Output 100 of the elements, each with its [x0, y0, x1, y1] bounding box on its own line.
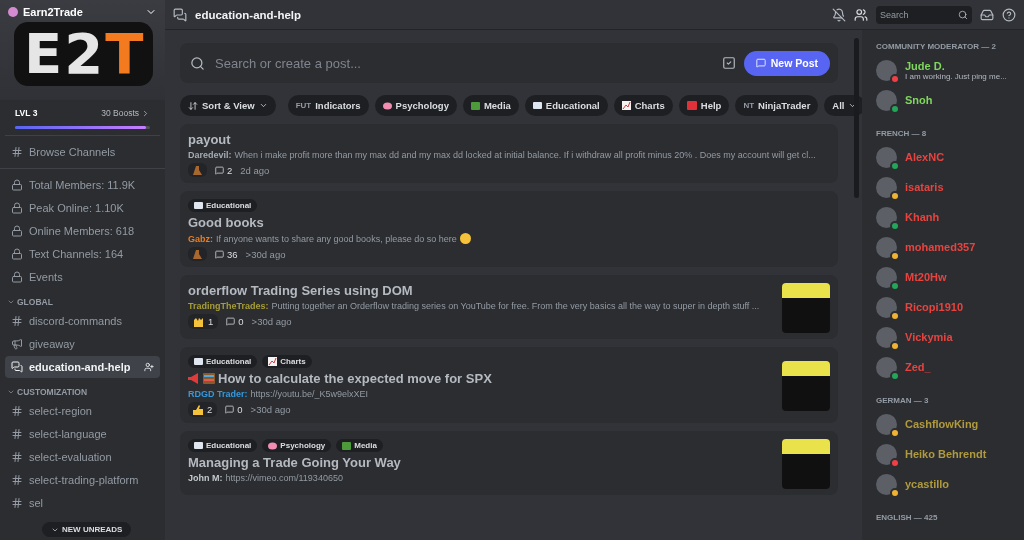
member-item[interactable]: Vickymia — [876, 322, 1016, 352]
message-icon — [755, 58, 766, 68]
member-name: isataris — [905, 181, 944, 193]
thumbnail-placeholder — [782, 439, 830, 489]
channel-item[interactable]: select-region — [5, 400, 160, 422]
stat-item[interactable]: Events — [5, 266, 160, 288]
member-item[interactable]: Ricopi1910 — [876, 292, 1016, 322]
post-excerpt: https://vimeo.com/119340650 — [225, 473, 343, 483]
member-group-title: GERMAN — 3 — [876, 396, 930, 405]
reaction[interactable] — [188, 247, 207, 261]
tag-filter[interactable]: FUT Indicators — [287, 95, 369, 116]
stat-item[interactable]: Peak Online: 1.10K — [5, 197, 160, 219]
post-author: John M: — [188, 473, 223, 483]
channel-item[interactable]: sel — [5, 492, 160, 514]
chart-icon — [268, 357, 278, 366]
forum-icon — [173, 7, 187, 22]
invite-icon[interactable] — [144, 362, 154, 372]
post-card[interactable]: payout Daredevil: When i make profit more than my max dd and my max dd locked at initial balance. If i withdraw all profit minus 20% . Does my account will get cl... 2 2d ago — [180, 124, 838, 183]
lock-icon — [11, 271, 23, 283]
post-card[interactable]: Educational Charts How to calculate the expected move for SPX RDGD Trader: https://youtu.be/_K5w9elxXEI 2 0 >30d ago — [180, 347, 838, 423]
post-tag: Psychology — [262, 439, 332, 452]
member-item[interactable]: isataris — [876, 172, 1016, 202]
member-item[interactable]: CashflowKing — [876, 409, 1016, 439]
channel-item[interactable]: discord-commands — [5, 310, 160, 332]
members-icon[interactable] — [854, 7, 868, 22]
comment-count: 2 — [215, 164, 233, 176]
server-name[interactable]: Earn2Trade — [23, 6, 140, 18]
member-item[interactable]: mohamed357 — [876, 232, 1016, 262]
member-item[interactable]: Jude D. I am working. Just ping me... — [876, 55, 1016, 85]
checklist-icon[interactable] — [721, 56, 736, 70]
member-item[interactable]: AlexNC — [876, 142, 1016, 172]
boosts-link[interactable]: 30 Boosts — [101, 108, 139, 118]
reaction[interactable]: 2 — [188, 402, 218, 417]
member-item[interactable]: Khanh — [876, 202, 1016, 232]
lock-icon — [11, 202, 23, 214]
bell-off-icon[interactable] — [832, 7, 846, 22]
hash-icon — [11, 451, 23, 463]
comment-count: 0 — [226, 316, 244, 327]
help-icon[interactable] — [1002, 7, 1016, 22]
member-name: Snoh — [905, 94, 933, 106]
reaction[interactable] — [188, 163, 207, 177]
category-header[interactable]: GLOBAL — [5, 289, 160, 309]
channel-item[interactable]: education-and-help — [5, 356, 160, 378]
post-excerpt: Putting together an Orderflow trading series on YouTube for free. From the very basics all the way to super in depth stuff ... — [271, 301, 760, 311]
tag-filter[interactable]: Media — [462, 95, 519, 116]
inbox-icon[interactable] — [980, 7, 994, 22]
tag-mark: FUT — [295, 101, 312, 110]
reaction[interactable]: 1 — [188, 314, 219, 329]
chevron-right-icon — [141, 108, 150, 118]
hash-icon — [11, 474, 23, 486]
tag-filter[interactable]: Psychology — [374, 95, 457, 116]
chevron-down-icon — [7, 388, 15, 396]
new-unreads-pill[interactable]: NEW UNREADS — [42, 522, 132, 537]
post-card[interactable]: Educational Psychology Media Managing a Trade Going Your Way John M: https://vimeo.com/119340650 — [180, 431, 838, 495]
sort-icon — [188, 100, 198, 111]
hash-icon — [11, 428, 23, 440]
member-group-title: COMMUNITY MODERATOR — 2 — [876, 42, 997, 51]
member-item[interactable]: Zed_ — [876, 352, 1016, 382]
member-name: mohamed357 — [905, 241, 976, 253]
post-tag: Educational — [188, 439, 258, 452]
member-name: Vickymia — [905, 331, 953, 343]
post-title: orderflow Trading Series using DOM — [188, 283, 413, 298]
tag-filter[interactable]: Educational — [524, 95, 608, 116]
stat-item[interactable]: Text Channels: 164 — [5, 243, 160, 265]
member-item[interactable]: Snoh — [876, 85, 1016, 115]
thumbnail-placeholder — [782, 283, 830, 333]
post-search-field[interactable]: Search or create a post... New Post — [180, 43, 838, 83]
member-activity: I am working. Just ping me... — [905, 71, 1007, 81]
tag-filter[interactable]: NT NinjaTrader — [735, 95, 819, 116]
comment-icon — [225, 405, 235, 414]
post-time: >30d ago — [250, 404, 291, 415]
channel-item[interactable]: Browse Channels — [5, 141, 160, 163]
channel-item[interactable]: select-evaluation — [5, 446, 160, 468]
sort-view-button[interactable]: Sort & View — [180, 95, 276, 116]
comment-count: 36 — [215, 248, 238, 260]
tag-filter[interactable]: Help — [678, 95, 730, 116]
member-item[interactable]: Mt20Hw — [876, 262, 1016, 292]
stat-item[interactable]: Total Members: 11.9K — [5, 174, 160, 196]
post-time: >30d ago — [245, 248, 286, 260]
post-author: TradingTheTrades: — [188, 301, 269, 311]
stat-item[interactable]: Online Members: 618 — [5, 220, 160, 242]
member-name: Ricopi1910 — [905, 301, 964, 313]
channel-title: education-and-help — [195, 8, 303, 21]
member-name: Jude D. — [905, 59, 946, 72]
channel-item[interactable]: giveaway — [5, 333, 160, 355]
member-name: AlexNC — [905, 151, 945, 163]
comment-count: 0 — [225, 404, 243, 415]
category-header[interactable]: CUSTOMIZATION — [5, 379, 160, 399]
new-post-button[interactable]: New Post — [743, 50, 830, 76]
tag-filter[interactable]: Charts — [613, 95, 673, 116]
post-time: >30d ago — [251, 316, 292, 327]
channel-item[interactable]: select-language — [5, 423, 160, 445]
post-author: Daredevil: — [188, 150, 232, 160]
search-field[interactable]: Search — [876, 5, 972, 24]
post-card[interactable]: Educational Good books Gabz: If anyone wants to share any good books, please do so here 36 >30d ago — [180, 191, 838, 267]
channel-item[interactable]: select-trading-platform — [5, 469, 160, 491]
member-item[interactable]: ycastillo — [876, 469, 1016, 499]
member-item[interactable]: Heiko Behrendt — [876, 439, 1016, 469]
hash-icon — [11, 315, 23, 327]
post-card[interactable]: orderflow Trading Series using DOM TradingTheTrades: Putting together an Orderflow trading series on YouTube for free. From the very basics all the way to super in depth stuff ... 1 0 >30d ago — [180, 275, 838, 339]
